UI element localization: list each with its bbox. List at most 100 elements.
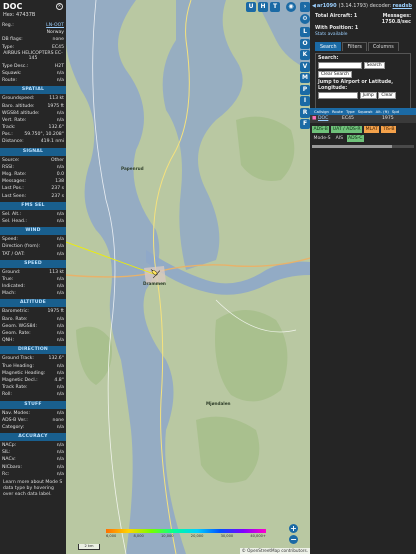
- info-key: Msg. Rate:: [2, 172, 27, 177]
- search-button[interactable]: Search: [363, 62, 385, 69]
- map-attribution[interactable]: © OpenStreetMap contributors.: [239, 548, 310, 554]
- info-row-rc: Rc: n/a: [0, 471, 66, 478]
- info-key: Type:: [2, 44, 15, 50]
- tab-search[interactable]: Search: [315, 42, 342, 51]
- info-key: Last Pos.:: [2, 186, 24, 192]
- toggle-i-button[interactable]: I: [300, 96, 310, 106]
- place-label-drammen: Drammen: [143, 281, 166, 286]
- toggle-r-button[interactable]: R: [300, 107, 310, 118]
- column-header-type[interactable]: Type: [346, 108, 355, 115]
- registration-link[interactable]: LN-OOT: [46, 22, 64, 29]
- map-tiles[interactable]: [66, 0, 310, 554]
- toggle-v-button[interactable]: V: [300, 61, 310, 72]
- info-key: QNH:: [2, 338, 15, 344]
- zoom-in-button[interactable]: +: [289, 524, 298, 533]
- info-row-track: Track: 132.6°: [0, 124, 66, 131]
- stats-link[interactable]: Stats available: [315, 32, 411, 38]
- info-row-distance: Distance: 419.1 nmi: [0, 138, 66, 145]
- toggle-m-button[interactable]: M: [300, 73, 310, 83]
- info-row-last-pos: Last Pos.: 237 s: [0, 185, 66, 192]
- toggle-p-button[interactable]: P: [300, 84, 310, 95]
- app-version-name[interactable]: ar1090: [317, 3, 337, 9]
- jump-button[interactable]: Jump: [359, 92, 377, 99]
- column-header-callsign[interactable]: Callsign: [314, 108, 329, 115]
- info-row-sel-alt: Sel. Alt.: n/a: [0, 211, 66, 218]
- source-badge-mode-s[interactable]: Mode-S: [312, 135, 332, 142]
- tab-filters[interactable]: Filters: [342, 42, 367, 51]
- info-value: n/a: [56, 284, 64, 290]
- source-badge-ads-b[interactable]: ADS-B: [312, 126, 330, 133]
- info-header: DOC Hex: 47437B ×: [0, 0, 66, 22]
- info-key: Magnetic Heading:: [2, 370, 46, 376]
- expand-arrow-icon[interactable]: ◀: [312, 3, 316, 9]
- table-scrollbar[interactable]: [312, 145, 414, 148]
- info-callsign: DOC: [3, 2, 23, 11]
- toggle-u-button[interactable]: U: [246, 2, 256, 12]
- source-badge-uat-ads-r[interactable]: UAT / ADS-R: [331, 126, 363, 133]
- section-header-stuff[interactable]: STUFF: [0, 400, 66, 409]
- layers-icon[interactable]: ◉: [286, 2, 296, 12]
- close-icon[interactable]: ×: [56, 3, 63, 10]
- source-legend: ADS-B UAT / ADS-R MLAT TIS-B Mode-S AIS ADS-C: [310, 123, 414, 145]
- source-badge-ais[interactable]: AIS: [334, 135, 344, 142]
- clear-search-button[interactable]: Clear Search: [318, 71, 352, 78]
- toggle-h-button[interactable]: H: [258, 2, 268, 12]
- info-value: n/a: [56, 117, 64, 123]
- search-input[interactable]: [318, 62, 362, 69]
- jump-input[interactable]: [318, 92, 358, 99]
- info-key: Source:: [2, 157, 20, 163]
- clear-jump-button[interactable]: Clear: [378, 92, 396, 99]
- info-row-messages: Messages: 138: [0, 178, 66, 185]
- column-header-route[interactable]: Route: [332, 108, 343, 115]
- row-callsign[interactable]: DOC: [318, 115, 342, 123]
- info-key: Type Desc.:: [2, 63, 29, 69]
- section-header-direction[interactable]: DIRECTION: [0, 346, 66, 355]
- column-header-alt-ft[interactable]: Alt. (ft): [376, 108, 389, 115]
- section-header-speed[interactable]: SPEED: [0, 259, 66, 268]
- legend-label: 40,000+: [250, 534, 266, 538]
- section-header-fms-sel[interactable]: FMS SEL: [0, 201, 66, 210]
- zoom-out-button[interactable]: −: [289, 535, 298, 544]
- info-key: Baro. altitude:: [2, 103, 35, 109]
- info-key: Sel. Alt.:: [2, 211, 22, 217]
- table-scrollbar-thumb[interactable]: [312, 145, 392, 148]
- column-header-squawk[interactable]: Squawk: [358, 108, 373, 115]
- info-value: n/a: [56, 218, 64, 224]
- info-value: n/a: [56, 164, 64, 170]
- table-row[interactable]: ■ DOC EC45 1975: [310, 115, 416, 123]
- section-header-signal[interactable]: SIGNAL: [0, 147, 66, 156]
- source-badge-ads-c[interactable]: ADS-C: [346, 135, 364, 142]
- info-row-nav-modes: Nav. Modes: n/a: [0, 410, 66, 417]
- info-row-rssi: RSSI: n/a: [0, 164, 66, 171]
- info-value: n/a: [56, 70, 64, 76]
- toggle-l-button[interactable]: L: [300, 27, 310, 37]
- section-header-accuracy[interactable]: ACCURACY: [0, 433, 66, 442]
- source-badge-mlat[interactable]: MLAT: [364, 126, 380, 133]
- toggle-o-button[interactable]: O: [300, 38, 310, 49]
- source-badge-tis-b[interactable]: TIS-B: [381, 126, 397, 133]
- info-key: Ground:: [2, 269, 21, 275]
- collapse-sidebar-icon[interactable]: ›: [300, 2, 310, 12]
- tab-columns[interactable]: Columns: [367, 42, 399, 51]
- toggle-k-button[interactable]: K: [300, 50, 310, 60]
- info-value: 4.8°: [54, 377, 64, 383]
- section-header-spatial[interactable]: SPATIAL: [0, 86, 66, 95]
- info-row-ground: Ground: 113 kt: [0, 269, 66, 276]
- info-key: NICbaro:: [2, 464, 22, 470]
- toggle-t-button[interactable]: T: [270, 2, 280, 12]
- info-row-type: Type: EC45: [0, 44, 66, 51]
- info-row-direction-from: Direction (from): n/a: [0, 243, 66, 250]
- toggle-f-button[interactable]: F: [300, 119, 310, 129]
- helicopter-aircraft-icon[interactable]: [149, 267, 161, 279]
- info-key: Rc:: [2, 471, 10, 477]
- settings-gear-icon[interactable]: ⚙: [300, 14, 310, 24]
- section-header-wind[interactable]: WIND: [0, 227, 66, 236]
- decoder-link[interactable]: readsb: [393, 3, 412, 9]
- map-view[interactable]: Papenrud Drammen Mjøndalen U H T ◉ › ⚙ L…: [66, 0, 310, 554]
- place-label-mjondalen: Mjøndalen: [206, 401, 231, 406]
- altitude-legend: 6,000 8,000 10,000 20,000 30,000 40,000+: [106, 529, 266, 538]
- info-value: n/a: [56, 457, 64, 463]
- column-header-spd[interactable]: Spd: [392, 108, 399, 115]
- info-row-true-heading: True Heading: n/a: [0, 363, 66, 370]
- section-header-altitude[interactable]: ALTITUDE: [0, 299, 66, 308]
